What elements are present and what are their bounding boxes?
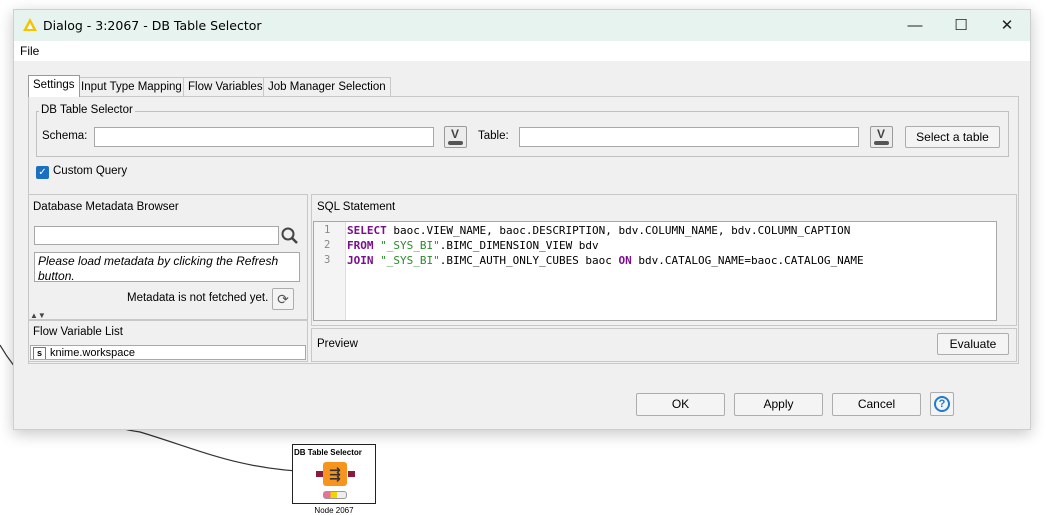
custom-query-label: Custom Query xyxy=(53,165,128,177)
evaluate-button[interactable]: Evaluate xyxy=(937,333,1009,355)
search-icon[interactable] xyxy=(280,226,300,246)
metadata-info-text: Please load metadata by clicking the Ref… xyxy=(34,252,300,282)
maximize-button[interactable]: ☐ xyxy=(938,10,984,41)
ok-button[interactable]: OK xyxy=(636,393,725,416)
sql-editor[interactable]: 1 2 3 SELECT baoc.VIEW_NAME, baoc.DESCRI… xyxy=(313,221,997,321)
string-variable-icon: s xyxy=(33,347,46,359)
table-input[interactable] xyxy=(519,127,859,147)
flow-variable-item[interactable]: knime.workspace xyxy=(50,347,135,359)
close-button[interactable]: ✕ xyxy=(984,10,1030,41)
flow-variable-list: s knime.workspace xyxy=(30,345,306,360)
menu-file[interactable]: File xyxy=(20,44,39,58)
schema-label: Schema: xyxy=(42,130,88,142)
sql-line-1: SELECT baoc.VIEW_NAME, baoc.DESCRIPTION,… xyxy=(347,224,851,237)
minimize-button[interactable]: — xyxy=(892,10,938,41)
node-status-indicator xyxy=(323,491,347,499)
preview-title: Preview xyxy=(317,338,358,350)
tab-job-manager-selection[interactable]: Job Manager Selection xyxy=(263,77,391,96)
menu-bar: File xyxy=(14,41,1030,61)
table-flow-variable-button[interactable]: V xyxy=(870,126,893,148)
line-number: 2 xyxy=(324,239,331,251)
metadata-browser-title: Database Metadata Browser xyxy=(33,201,179,213)
tab-settings[interactable]: Settings xyxy=(28,75,80,97)
help-button[interactable]: ? xyxy=(930,392,954,416)
schema-flow-variable-button[interactable]: V xyxy=(444,126,467,148)
custom-query-checkbox[interactable]: ✓ xyxy=(36,166,49,179)
sql-line-2: FROM "_SYS_BI".BIMC_DIMENSION_VIEW bdv xyxy=(347,239,599,252)
cancel-button[interactable]: Cancel xyxy=(832,393,921,416)
db-table-selector-node-icon: ⇶ xyxy=(323,462,347,486)
sql-line-3: JOIN "_SYS_BI".BIMC_AUTH_ONLY_CUBES baoc… xyxy=(347,254,864,267)
group-label: DB Table Selector xyxy=(39,104,135,116)
flow-variable-list-title: Flow Variable List xyxy=(33,326,123,338)
line-number-gutter: 1 2 3 xyxy=(314,222,346,320)
node-output-port[interactable] xyxy=(348,471,355,477)
window-title: Dialog - 3:2067 - DB Table Selector xyxy=(43,18,262,33)
tab-flow-variables[interactable]: Flow Variables xyxy=(183,77,268,96)
apply-button[interactable]: Apply xyxy=(734,393,823,416)
preview-panel xyxy=(311,328,1017,362)
schema-input[interactable] xyxy=(94,127,434,147)
workflow-node[interactable]: DB Table Selector ⇶ xyxy=(292,444,376,504)
tab-input-type-mapping[interactable]: Input Type Mapping xyxy=(76,77,187,96)
node-title: DB Table Selector xyxy=(294,448,362,457)
flow-variable-icon: V xyxy=(877,127,886,141)
dialog-window: Dialog - 3:2067 - DB Table Selector — ☐ … xyxy=(13,9,1031,430)
title-bar[interactable]: Dialog - 3:2067 - DB Table Selector — ☐ … xyxy=(14,10,1030,41)
node-input-port[interactable] xyxy=(316,471,323,477)
sql-statement-title: SQL Statement xyxy=(317,201,396,213)
metadata-search-input[interactable] xyxy=(34,226,279,245)
flow-variable-icon: V xyxy=(451,127,460,141)
table-label: Table: xyxy=(478,130,509,142)
knime-logo-icon xyxy=(23,18,37,31)
line-number: 3 xyxy=(324,254,331,266)
line-number: 1 xyxy=(324,224,331,236)
select-table-button[interactable]: Select a table xyxy=(905,126,1000,148)
help-icon: ? xyxy=(934,396,950,412)
refresh-icon[interactable]: ⟳ xyxy=(272,288,294,310)
metadata-status-text: Metadata is not fetched yet. xyxy=(127,292,269,304)
splitter-handle-icon[interactable]: ▲▼ xyxy=(30,311,46,320)
